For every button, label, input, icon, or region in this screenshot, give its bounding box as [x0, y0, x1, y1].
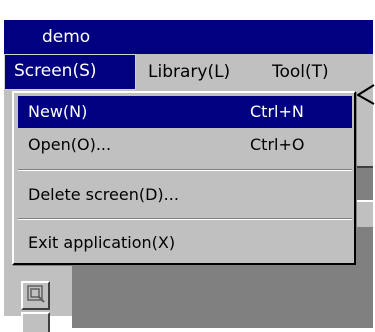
menu-item-open[interactable]: Open(O)... Ctrl+O — [18, 129, 352, 161]
arrow-cursor-icon — [356, 84, 375, 106]
menu-item-open-shortcut: Ctrl+O — [250, 135, 305, 154]
menu-item-exit-application-label: Exit application(X) — [28, 233, 176, 252]
menu-item-delete-screen-label: Delete screen(D)... — [28, 185, 179, 204]
menu-separator — [18, 218, 352, 220]
document-tool-icon — [26, 284, 46, 308]
menu-item-new-label: New(N) — [28, 102, 88, 121]
menu-item-exit-application[interactable]: Exit application(X) — [18, 227, 352, 259]
menu-item-new-shortcut: Ctrl+N — [250, 102, 304, 121]
menu-item-open-label: Open(O)... — [28, 135, 112, 154]
menu-library-label: Library(L) — [148, 62, 231, 82]
screen-menu-dropdown: New(N) Ctrl+N Open(O)... Ctrl+O Delete s… — [12, 91, 356, 265]
menu-item-new[interactable]: New(N) Ctrl+N — [18, 96, 352, 128]
menu-separator — [18, 169, 352, 171]
menu-screen[interactable]: Screen(S) — [4, 54, 136, 90]
menu-item-delete-screen[interactable]: Delete screen(D)... — [18, 179, 352, 211]
toolbar-lower-button[interactable] — [21, 312, 50, 332]
menu-bar: Screen(S) Library(L) Tool(T) — [4, 54, 373, 90]
window-title: demo — [42, 27, 91, 47]
menu-tool-label: Tool(T) — [272, 62, 329, 82]
title-bar: demo — [4, 20, 373, 54]
toolbar-tool-button[interactable] — [21, 281, 50, 310]
menu-tool[interactable]: Tool(T) — [272, 54, 329, 90]
menu-screen-label: Screen(S) — [14, 61, 97, 81]
menu-library[interactable]: Library(L) — [148, 54, 230, 90]
